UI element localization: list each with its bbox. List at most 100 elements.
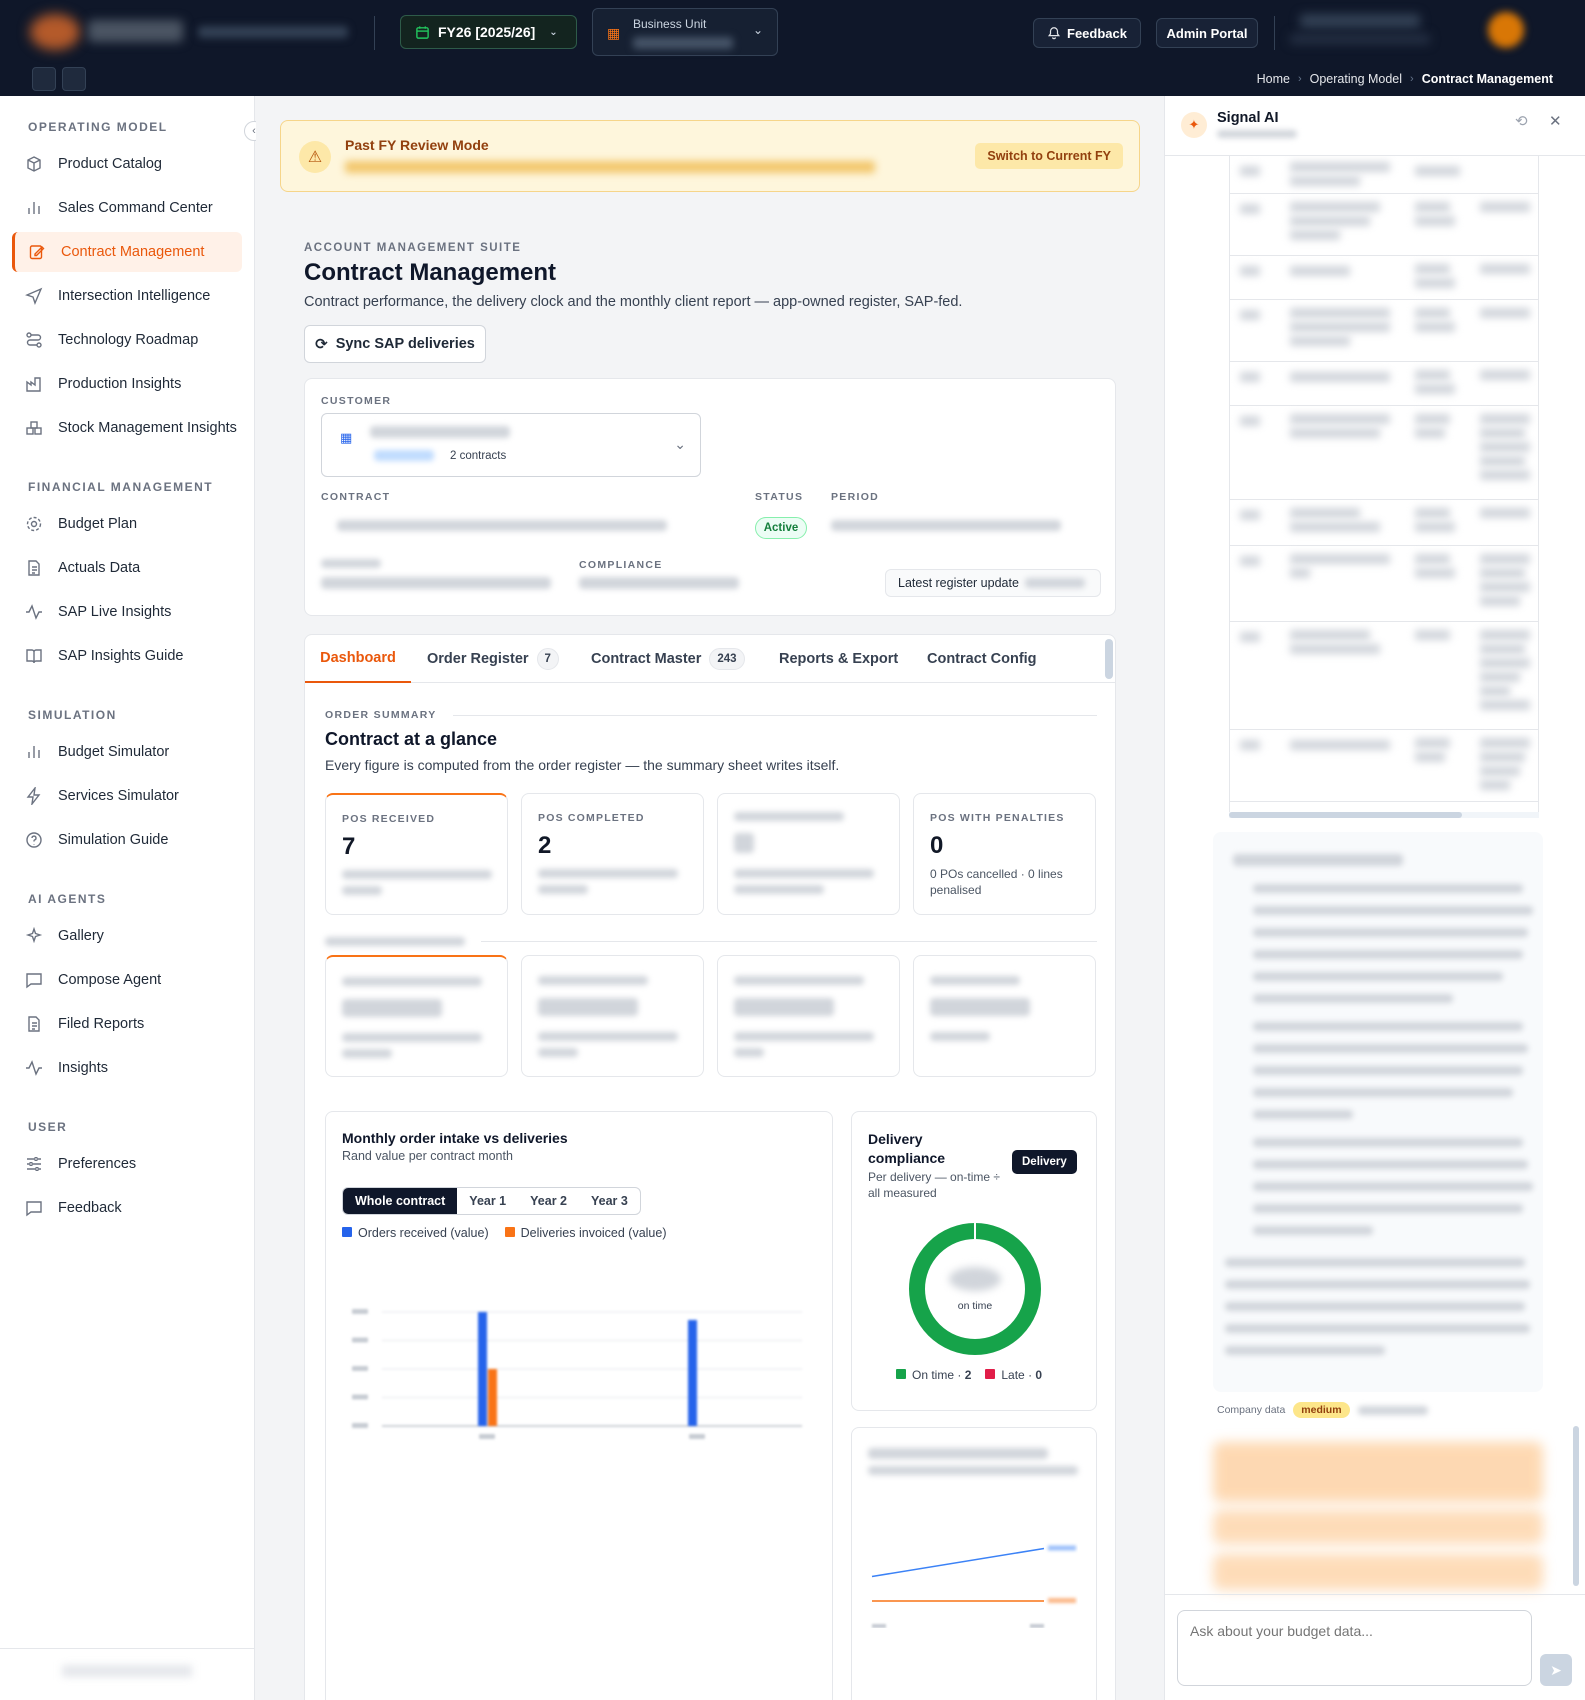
- breadcrumb-operating-model[interactable]: Operating Model: [1310, 72, 1402, 86]
- user-role: [1290, 34, 1430, 44]
- financial-kpi-1: [325, 955, 508, 1077]
- sidebar-item-gallery[interactable]: Gallery: [12, 916, 242, 956]
- sidebar-section-title: SIMULATION: [28, 708, 117, 722]
- sidebar-item-intersection-intelligence[interactable]: Intersection Intelligence: [12, 276, 242, 316]
- brand-subtitle: [198, 26, 348, 38]
- route-icon: [24, 330, 44, 350]
- brand-logo[interactable]: [30, 14, 80, 50]
- fiscal-year-label: FY26 [2025/26]: [438, 24, 536, 40]
- chart-subtitle: Rand value per contract month: [342, 1149, 513, 1163]
- sidebar-item-product-catalog[interactable]: Product Catalog: [12, 144, 242, 184]
- financial-kpi-4: [913, 955, 1096, 1077]
- sidebar-item-simulation-guide[interactable]: Simulation Guide: [12, 820, 242, 860]
- contract-select[interactable]: [321, 509, 701, 541]
- line-series-1: [871, 1547, 1045, 1578]
- business-unit-selector[interactable]: ▦ Business Unit ⌄: [592, 8, 778, 56]
- sync-sap-button[interactable]: ⟳ Sync SAP deliveries: [304, 325, 486, 363]
- sidebar-item-sap-live-insights[interactable]: SAP Live Insights: [12, 592, 242, 632]
- table-row: [1230, 622, 1538, 730]
- sidebar-item-stock-management-insights[interactable]: Stock Management Insights: [12, 408, 242, 448]
- sidebar-item-budget-simulator[interactable]: Budget Simulator: [12, 732, 242, 772]
- toggle-year-2[interactable]: Year 2: [518, 1188, 579, 1214]
- switch-current-fy-button[interactable]: Switch to Current FY: [975, 143, 1123, 169]
- sidebar-item-sap-insights-guide[interactable]: SAP Insights Guide: [12, 636, 242, 676]
- page-eyebrow: ACCOUNT MANAGEMENT SUITE: [304, 242, 522, 254]
- admin-portal-button[interactable]: Admin Portal: [1156, 18, 1258, 48]
- horizontal-scrollbar[interactable]: [1229, 812, 1462, 818]
- divider: [1274, 16, 1275, 50]
- table-row: [1230, 546, 1538, 622]
- sidebar-item-technology-roadmap[interactable]: Technology Roadmap: [12, 320, 242, 360]
- sidebar-item-production-insights[interactable]: Production Insights: [12, 364, 242, 404]
- kpi-note: [538, 866, 698, 898]
- panel-scrollbar[interactable]: [1573, 1426, 1579, 1586]
- bar-deliveries: [488, 1369, 497, 1426]
- suggested-prompt-2[interactable]: [1213, 1510, 1543, 1544]
- toggle-whole-contract[interactable]: Whole contract: [343, 1188, 458, 1214]
- sidebar-footer: [0, 1648, 255, 1700]
- suggested-prompt-3[interactable]: [1213, 1554, 1543, 1590]
- ai-panel-subtitle: [1217, 130, 1297, 138]
- sidebar-item-budget-plan[interactable]: Budget Plan: [12, 504, 242, 544]
- customer-select[interactable]: ▦ 2 contracts ⌄: [321, 413, 701, 477]
- toolbar-button-1[interactable]: [32, 67, 56, 91]
- kpi-note: [734, 866, 894, 898]
- tab-scrollbar[interactable]: [1105, 639, 1113, 679]
- cumulative-line-chart: [871, 1545, 1076, 1628]
- contract-name: [337, 520, 667, 531]
- tab-order-register[interactable]: Order Register 7: [427, 635, 559, 683]
- box-icon: [24, 154, 44, 174]
- financial-kpi-3: [717, 955, 900, 1077]
- tab-contract-master[interactable]: Contract Master 243: [591, 635, 745, 683]
- toggle-delivery[interactable]: Delivery: [1012, 1150, 1077, 1174]
- line-end-label: [1048, 1598, 1076, 1603]
- table-row: [1230, 730, 1538, 802]
- message-square-icon: [24, 970, 44, 990]
- tab-label: Reports & Export: [779, 651, 899, 667]
- tab-dashboard[interactable]: Dashboard: [305, 635, 411, 683]
- sidebar-item-compose-agent[interactable]: Compose Agent: [12, 960, 242, 1000]
- sidebar-item-actuals-data[interactable]: Actuals Data: [12, 548, 242, 588]
- breadcrumb-home[interactable]: Home: [1257, 72, 1290, 86]
- bar-chart-plot: [352, 1309, 802, 1439]
- activity-icon: [24, 1058, 44, 1078]
- breadcrumb-current: Contract Management: [1421, 72, 1553, 86]
- toolbar-button-2[interactable]: [62, 67, 86, 91]
- sidebar-item-sales-command-center[interactable]: Sales Command Center: [12, 188, 242, 228]
- sidebar-item-insights[interactable]: Insights: [12, 1048, 242, 1088]
- contract-value: [321, 577, 551, 589]
- sidebar-section-title: AI AGENTS: [28, 892, 107, 906]
- send-button[interactable]: ➤: [1540, 1654, 1572, 1686]
- sidebar-item-contract-management[interactable]: Contract Management: [12, 232, 242, 272]
- sliders-icon: [24, 1154, 44, 1174]
- ai-chat-input[interactable]: [1177, 1610, 1532, 1686]
- avatar[interactable]: [1488, 12, 1524, 48]
- legend-orders: Orders received (value): [342, 1226, 489, 1240]
- banner-text: [345, 161, 875, 173]
- toggle-year-1[interactable]: Year 1: [457, 1188, 518, 1214]
- period-label: PERIOD: [831, 491, 880, 503]
- sidebar-footer-text: [62, 1665, 192, 1677]
- toggle-year-3[interactable]: Year 3: [579, 1188, 640, 1214]
- refresh-icon[interactable]: ⟲: [1515, 112, 1528, 130]
- fiscal-year-selector[interactable]: FY26 [2025/26] ⌄: [400, 15, 577, 49]
- feedback-button[interactable]: Feedback: [1033, 18, 1141, 48]
- calendar-icon: [416, 25, 429, 39]
- close-icon[interactable]: ✕: [1549, 112, 1562, 130]
- sidebar-item-feedback[interactable]: Feedback: [12, 1188, 242, 1228]
- ai-response-text: [1213, 832, 1543, 1392]
- edit-document-icon: [27, 242, 47, 262]
- source-detail: [1357, 1405, 1428, 1415]
- page-description: Contract performance, the delivery clock…: [304, 294, 963, 310]
- y-tick-label: [352, 1423, 368, 1428]
- tab-contract-config[interactable]: Contract Config: [927, 635, 1037, 683]
- sidebar-item-preferences[interactable]: Preferences: [12, 1144, 242, 1184]
- sidebar-item-services-simulator[interactable]: Services Simulator: [12, 776, 242, 816]
- suggested-prompt-1[interactable]: [1213, 1442, 1543, 1502]
- tab-reports-export[interactable]: Reports & Export: [779, 635, 898, 683]
- sidebar-item-filed-reports[interactable]: Filed Reports: [12, 1004, 242, 1044]
- divider: [481, 941, 1097, 942]
- cumulative-value-card: [851, 1427, 1097, 1700]
- business-unit-value: [633, 37, 733, 49]
- confidence-badge: medium: [1293, 1402, 1350, 1418]
